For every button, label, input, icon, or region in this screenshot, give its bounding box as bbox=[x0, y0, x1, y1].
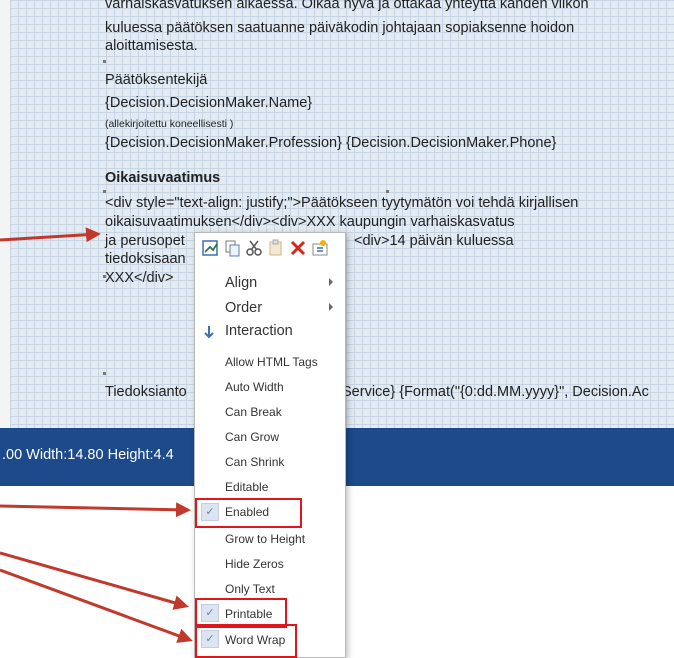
menu-item-can-shrink[interactable]: Can Shrink bbox=[195, 455, 343, 473]
submenu-arrow-icon bbox=[329, 278, 333, 286]
report-text-line: aloittamisesta. bbox=[105, 38, 198, 54]
decision-maker-name[interactable]: {Decision.DecisionMaker.Name} bbox=[105, 95, 312, 111]
selection-marker[interactable] bbox=[103, 60, 106, 63]
selection-marker[interactable] bbox=[103, 190, 106, 193]
menu-item-order[interactable]: Order bbox=[195, 300, 343, 320]
report-text-line: kuluessa päätöksen saatuanne päiväkodin … bbox=[105, 20, 575, 36]
notice-text-right[interactable]: Service} {Format("{0:dd.MM.yyyy}", Decis… bbox=[342, 384, 649, 400]
appeal-text-line[interactable]: <div style="text-align: justify;">Päätök… bbox=[105, 195, 578, 211]
decision-maker-profession[interactable]: {Decision.DecisionMaker.Profession} {Dec… bbox=[105, 135, 556, 151]
appeal-heading[interactable]: Oikaisuvaatimus bbox=[105, 170, 220, 186]
appeal-text-line[interactable]: ja perusopet bbox=[105, 233, 185, 249]
menu-item-editable[interactable]: Editable bbox=[195, 480, 343, 498]
submenu-arrow-icon bbox=[329, 303, 333, 311]
appeal-text-line[interactable]: tiedoksisaan bbox=[105, 251, 186, 267]
decision-maker-heading[interactable]: Päätöksentekijä bbox=[105, 72, 207, 88]
highlight-word-wrap bbox=[195, 624, 297, 658]
selection-marker[interactable] bbox=[386, 190, 389, 193]
appeal-text-line[interactable]: XXX</div> bbox=[105, 270, 174, 286]
properties-icon[interactable] bbox=[311, 239, 329, 257]
left-ruler bbox=[0, 0, 10, 428]
appeal-text-line[interactable]: <div>14 päivän kuluessa bbox=[354, 233, 514, 249]
menu-item-align[interactable]: Align bbox=[195, 275, 343, 295]
notice-text-left[interactable]: Tiedoksianto bbox=[105, 384, 187, 400]
menu-item-hide-zeros[interactable]: Hide Zeros bbox=[195, 557, 343, 575]
context-menu[interactable]: Align Order Interaction Allow HTML Tags … bbox=[194, 232, 346, 658]
paste-icon[interactable] bbox=[267, 239, 285, 257]
menu-item-interaction[interactable]: Interaction bbox=[195, 323, 343, 343]
down-arrow-icon bbox=[204, 326, 214, 339]
appeal-text-line[interactable]: oikaisuvaatimuksen</div><div>XXX kaupung… bbox=[105, 214, 514, 230]
signed-note[interactable]: (allekirjoitettu koneellisesti ) bbox=[105, 118, 233, 130]
menu-item-auto-width[interactable]: Auto Width bbox=[195, 380, 343, 398]
menu-item-can-grow[interactable]: Can Grow bbox=[195, 430, 343, 448]
status-text: .00 Width:14.80 Height:4.4 bbox=[2, 447, 174, 463]
selection-marker[interactable] bbox=[103, 372, 106, 375]
menu-item-can-break[interactable]: Can Break bbox=[195, 405, 343, 423]
annotation-arrow bbox=[0, 551, 189, 610]
edit-icon[interactable] bbox=[201, 239, 219, 257]
annotation-arrow bbox=[0, 502, 191, 518]
cut-icon[interactable] bbox=[245, 239, 263, 257]
copy-icon[interactable] bbox=[223, 239, 241, 257]
delete-icon[interactable] bbox=[289, 239, 307, 257]
report-text-line: varhaiskasvatuksen aikaessa. Oikaa nyva … bbox=[105, 0, 589, 12]
highlight-enabled bbox=[195, 498, 302, 528]
annotation-arrow bbox=[0, 568, 193, 643]
menu-item-grow-to-height[interactable]: Grow to Height bbox=[195, 532, 343, 550]
menu-item-allow-html-tags[interactable]: Allow HTML Tags bbox=[195, 355, 343, 373]
